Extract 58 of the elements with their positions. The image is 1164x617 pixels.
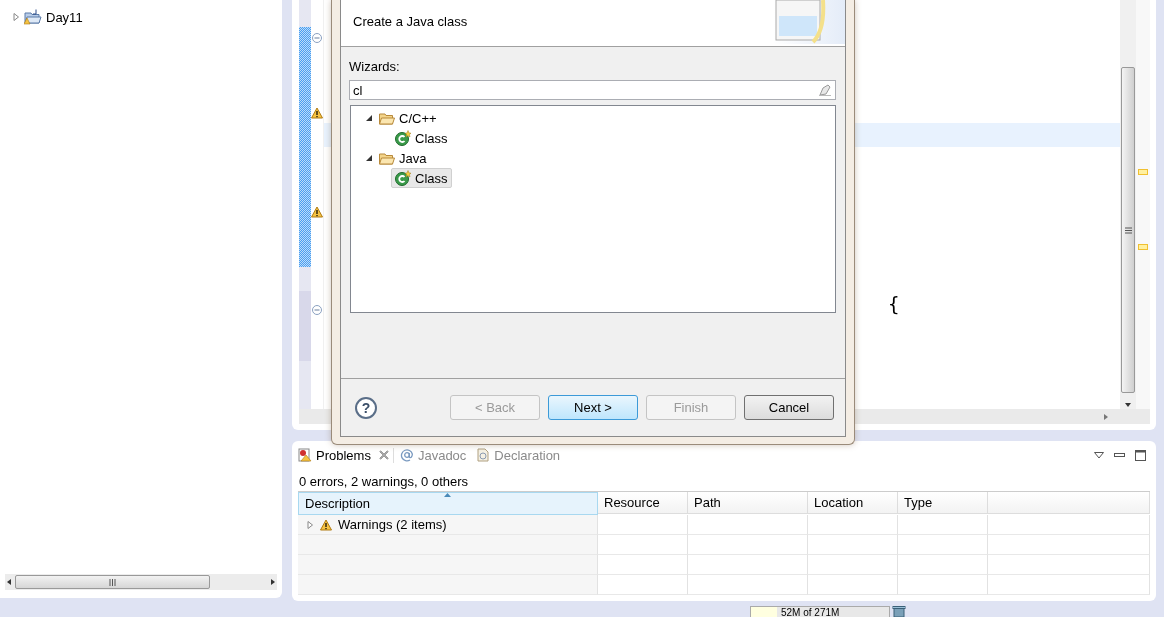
code-text: { — [887, 293, 901, 315]
horizontal-scrollbar[interactable] — [5, 574, 277, 590]
warning-marker-icon — [311, 107, 323, 119]
help-button[interactable]: ? — [355, 396, 377, 419]
dialog-button[interactable]: Cancel — [744, 395, 834, 420]
class-icon — [395, 130, 411, 146]
maximize-icon[interactable] — [1135, 449, 1146, 461]
wizard-category[interactable]: C/C++ — [399, 110, 437, 126]
fold-icon[interactable] — [312, 33, 322, 43]
view-tab[interactable]: Problems — [298, 447, 394, 463]
column-header[interactable]: Resource — [598, 492, 688, 514]
grip-icon — [109, 578, 116, 586]
wizard-item[interactable]: Class — [391, 128, 452, 148]
wizard-item[interactable]: Class — [391, 168, 452, 188]
column-header[interactable]: Path — [688, 492, 808, 514]
sort-ascending-icon — [444, 493, 451, 497]
heap-status: 52M of 271M — [750, 606, 890, 617]
view-tab[interactable]: Declaration — [476, 447, 565, 463]
declaration-icon — [476, 448, 491, 462]
dialog-description: Create a Java class — [352, 13, 468, 31]
warning-ruler-marker[interactable] — [1138, 244, 1148, 250]
fold-icon[interactable] — [312, 305, 322, 315]
problems-summary: 0 errors, 2 warnings, 0 others — [298, 473, 470, 491]
warning-marker-icon — [311, 206, 323, 218]
folder-icon — [379, 151, 395, 165]
wizard-category[interactable]: Java — [399, 150, 427, 166]
problem-group[interactable]: Warnings (2 items) — [338, 517, 447, 532]
dialog-button[interactable]: Next > — [548, 395, 638, 420]
wizards-label: Wizards: — [349, 59, 401, 74]
warning-icon — [320, 518, 332, 531]
collapsed-triangle-icon[interactable] — [306, 520, 314, 529]
project-name[interactable]: Day11 — [46, 9, 83, 25]
class-icon — [395, 170, 411, 186]
column-header[interactable]: Type — [898, 492, 988, 514]
filter-field[interactable]: cl — [349, 80, 836, 100]
minimize-icon[interactable] — [1114, 453, 1125, 457]
expanded-triangle-icon[interactable] — [365, 114, 373, 122]
view-tab[interactable]: Javadoc — [399, 447, 471, 463]
grip-icon — [1124, 226, 1132, 234]
column-header[interactable]: Description — [298, 492, 598, 515]
scroll-left-icon[interactable] — [5, 578, 13, 586]
project-folder-icon — [24, 9, 42, 25]
at-sign-icon — [399, 448, 414, 462]
column-header[interactable]: Location — [808, 492, 898, 514]
warning-ruler-marker[interactable] — [1138, 169, 1148, 175]
scrollbar-thumb[interactable] — [15, 575, 210, 589]
problems-icon — [298, 448, 312, 462]
scrollbar-thumb[interactable] — [1121, 67, 1135, 393]
folder-icon — [379, 111, 395, 125]
expanded-triangle-icon[interactable] — [365, 154, 373, 162]
collapsed-triangle-icon[interactable] — [12, 13, 20, 21]
scroll-right-icon[interactable] — [269, 578, 277, 586]
folded-region-bar — [299, 291, 311, 361]
trash-icon[interactable] — [892, 606, 906, 617]
close-icon[interactable] — [378, 450, 389, 460]
eraser-icon[interactable] — [819, 84, 831, 96]
vertical-scrollbar[interactable] — [1120, 0, 1136, 409]
view-menu-icon[interactable] — [1094, 451, 1104, 459]
